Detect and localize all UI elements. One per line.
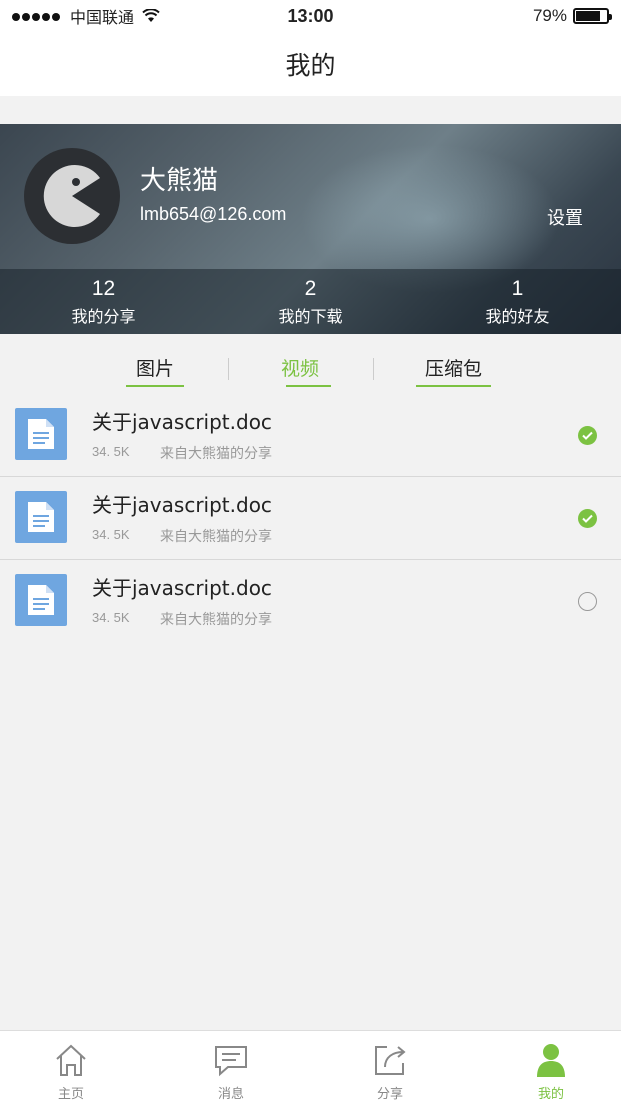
list-item[interactable]: 关于javascript.doc 34. 5K 来自大熊猫的分享 [0,394,621,477]
profile-email: lmb654@126.com [140,204,287,224]
signal-icon [12,6,62,26]
checked-icon[interactable] [578,426,597,445]
profile-nickname: 大熊猫 [140,166,219,196]
status-right: 79% [532,6,612,26]
document-icon [15,408,67,460]
file-source: 来自大熊猫的分享 [160,529,272,545]
bottom-tab-bar: 主页 消息 分享 我的 [0,1030,621,1104]
tabbar-item-share[interactable]: 分享 [360,1043,420,1102]
home-icon [56,1044,86,1076]
file-list: 关于javascript.doc 34. 5K 来自大熊猫的分享 关于javas… [0,394,621,643]
share-icon [375,1046,406,1075]
stat-my-shares[interactable]: 12 我的分享 [0,269,207,334]
unchecked-circle-icon[interactable] [578,592,597,611]
tabbar-item-home[interactable]: 主页 [41,1043,101,1102]
file-source: 来自大熊猫的分享 [160,612,272,628]
avatar-icon [43,165,100,227]
file-name: 关于javascript.doc [92,493,272,517]
wifi-icon [142,9,160,22]
tab-underline-images [126,385,184,387]
document-icon [15,491,67,543]
message-icon [215,1046,247,1077]
stat-label: 我的下载 [278,307,343,326]
tab-underline-videos [286,385,331,387]
list-item[interactable]: 关于javascript.doc 34. 5K 来自大熊猫的分享 [0,560,621,643]
status-left: 中国联通 [12,4,160,28]
file-source: 来自大熊猫的分享 [160,446,272,462]
file-size: 34. 5K [92,527,130,542]
tab-videos[interactable]: 视频 [281,354,319,381]
checked-icon[interactable] [578,509,597,528]
stat-value: 12 [91,277,116,300]
tabbar-label: 我的 [537,1087,564,1102]
stat-label: 我的好友 [485,307,550,326]
file-name: 关于javascript.doc [92,410,272,434]
tab-divider [373,358,374,380]
file-size: 34. 5K [92,610,130,625]
battery-percent: 79% [532,6,567,25]
battery-fill [576,11,600,21]
category-tabs: 图片 视频 压缩包 [0,334,621,394]
profile-banner: 大熊猫 lmb654@126.com 设置 12 我的分享 2 我的下载 1 我… [0,124,621,334]
tab-images[interactable]: 图片 [136,354,174,381]
tabbar-label: 消息 [217,1087,244,1102]
status-time: 13:00 [287,5,334,26]
file-size: 34. 5K [92,444,130,459]
stat-my-downloads[interactable]: 2 我的下载 [207,269,414,334]
page-title: 我的 [285,51,336,80]
tab-divider [228,358,229,380]
stat-label: 我的分享 [71,307,136,326]
profile-stats: 12 我的分享 2 我的下载 1 我的好友 [0,269,621,334]
avatar[interactable] [24,148,120,244]
carrier-name: 中国联通 [70,8,135,27]
user-icon [537,1044,565,1077]
tabbar-label: 主页 [57,1087,84,1102]
settings-button[interactable]: 设置 [547,204,583,230]
tabbar-item-me[interactable]: 我的 [521,1043,581,1102]
battery-icon [573,8,612,24]
stat-value: 1 [511,277,524,300]
document-icon [15,574,67,626]
stat-my-friends[interactable]: 1 我的好友 [414,269,621,334]
list-item[interactable]: 关于javascript.doc 34. 5K 来自大熊猫的分享 [0,477,621,560]
status-bar: 中国联通 13:00 79% [0,0,621,32]
nav-header: 我的 [0,32,621,96]
stat-value: 2 [304,277,317,300]
tab-underline-archives [416,385,491,387]
tabbar-item-messages[interactable]: 消息 [201,1043,261,1102]
tab-archives[interactable]: 压缩包 [425,354,482,381]
tabbar-label: 分享 [376,1087,403,1102]
file-name: 关于javascript.doc [92,576,272,600]
